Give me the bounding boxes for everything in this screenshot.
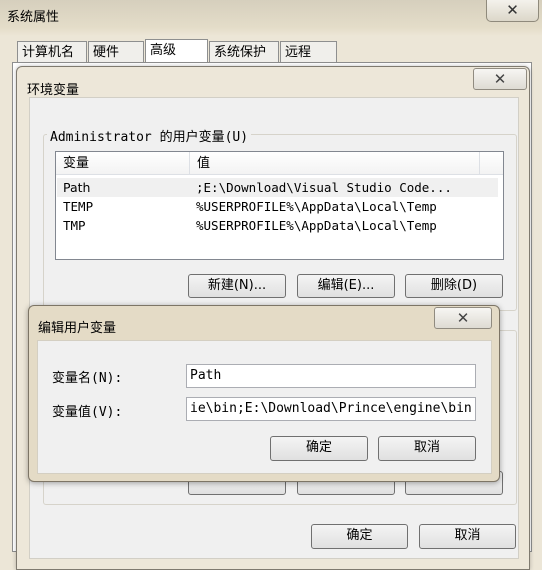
tab-hardware[interactable]: 硬件 — [88, 41, 144, 64]
variable-value-input[interactable]: ie\bin;E:\Download\Prince\engine\bin — [186, 397, 476, 421]
tab-remote[interactable]: 远程 — [280, 41, 337, 64]
delete-variable-button[interactable]: 删除(D) — [405, 274, 503, 298]
user-variables-table[interactable]: 变量 值 Path ;E:\Download\Visual Studio Cod… — [55, 151, 504, 260]
row-value: ;E:\Download\Visual Studio Code... — [196, 180, 452, 195]
close-icon[interactable]: ✕ — [434, 307, 492, 329]
user-variables-group-label: Administrator 的用户变量(U) — [47, 126, 252, 145]
row-name: TEMP — [63, 199, 94, 214]
column-header-value[interactable]: 值 — [190, 152, 480, 175]
tab-computer-name[interactable]: 计算机名 — [17, 41, 87, 64]
table-row[interactable]: TEMP %USERPROFILE%\AppData\Local\Temp — [57, 197, 498, 216]
dialog-title: 编辑用户变量 — [38, 321, 117, 336]
variable-name-label: 变量名(N): — [52, 371, 123, 386]
new-variable-button[interactable]: 新建(N)... — [188, 274, 286, 298]
edit-variable-button[interactable]: 编辑(E)... — [297, 274, 395, 298]
row-name: Path — [63, 180, 91, 195]
tab-advanced[interactable]: 高级 — [145, 39, 208, 64]
cancel-button[interactable]: 取消 — [419, 524, 516, 549]
ok-button[interactable]: 确定 — [270, 436, 368, 461]
ok-button[interactable]: 确定 — [311, 524, 408, 549]
close-icon[interactable]: ✕ — [486, 0, 539, 22]
close-icon[interactable]: ✕ — [473, 68, 527, 90]
column-header-spacer — [480, 152, 503, 175]
tab-system-protection[interactable]: 系统保护 — [209, 41, 279, 64]
column-header-variable[interactable]: 变量 — [56, 152, 190, 175]
variable-name-input[interactable]: Path — [186, 364, 476, 388]
table-row[interactable]: TMP %USERPROFILE%\AppData\Local\Temp — [57, 216, 498, 235]
edit-user-variable-dialog: 编辑用户变量 ✕ 变量名(N): Path 变量值(V): ie\bin;E:\… — [28, 305, 500, 482]
row-name: TMP — [63, 218, 86, 233]
row-value: %USERPROFILE%\AppData\Local\Temp — [196, 218, 437, 233]
table-row[interactable]: Path ;E:\Download\Visual Studio Code... — [57, 178, 498, 197]
variable-value-label: 变量值(V): — [52, 405, 123, 420]
row-value: %USERPROFILE%\AppData\Local\Temp — [196, 199, 437, 214]
cancel-button[interactable]: 取消 — [378, 436, 476, 461]
dialog-title: 环境变量 — [27, 83, 80, 98]
window-title: 系统属性 — [7, 10, 60, 25]
